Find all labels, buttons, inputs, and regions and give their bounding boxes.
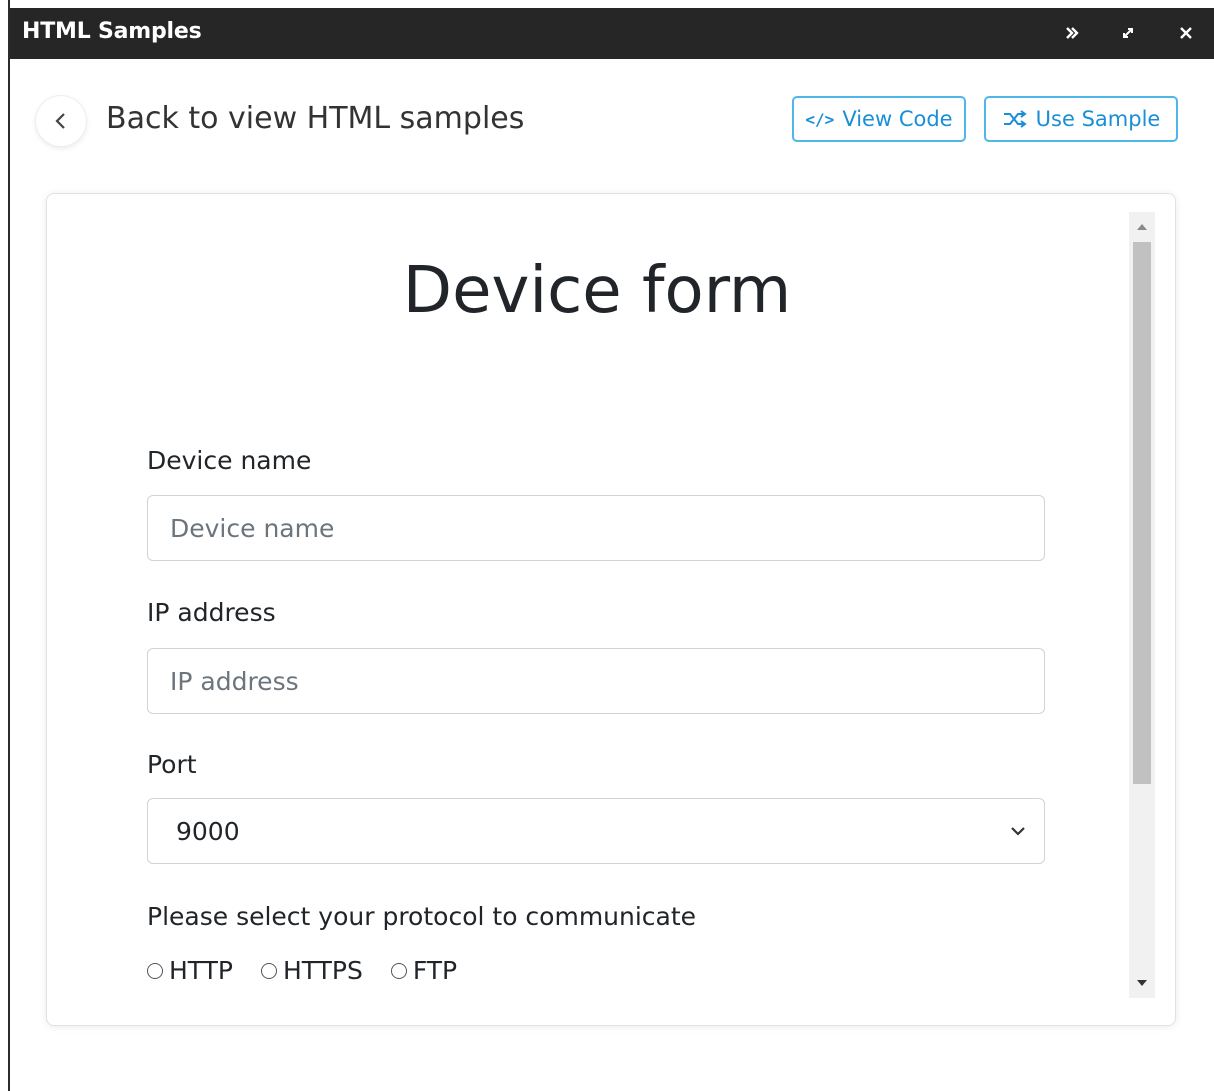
chevron-left-icon [55, 113, 65, 129]
vertical-scrollbar[interactable] [1129, 212, 1155, 998]
use-sample-button[interactable]: Use Sample [984, 96, 1178, 142]
port-label: Port [147, 750, 197, 779]
double-chevron-right-icon[interactable] [1052, 8, 1092, 56]
radio-label: HTTPS [282, 956, 363, 985]
radio-http[interactable]: HTTP [147, 956, 233, 985]
scroll-up-arrow-icon[interactable] [1129, 212, 1155, 242]
view-code-button[interactable]: </> View Code [792, 96, 966, 142]
radio-ftp[interactable]: FTP [390, 956, 458, 985]
port-selected-value: 9000 [176, 816, 240, 846]
radio-https[interactable]: HTTPS [260, 956, 363, 985]
protocol-radio-group: HTTP HTTPS FTP [147, 956, 457, 985]
code-icon: </> [805, 109, 835, 129]
radio-label: FTP [412, 956, 458, 985]
port-select[interactable]: 9000 [147, 798, 1045, 864]
scrollbar-thumb[interactable] [1133, 242, 1151, 784]
title-bar: HTML Samples [10, 8, 1214, 59]
close-icon[interactable] [1166, 8, 1206, 56]
use-sample-label: Use Sample [1035, 107, 1161, 131]
radio-label: HTTP [169, 956, 233, 985]
device-name-label: Device name [147, 446, 312, 475]
form-title: Device form [402, 254, 792, 328]
window-title: HTML Samples [22, 19, 202, 44]
device-name-input[interactable] [147, 495, 1045, 561]
protocol-label: Please select your protocol to communica… [147, 902, 697, 931]
shuffle-icon [1003, 110, 1027, 128]
html-samples-window: HTML Samples Back to view HTML samples <… [8, 0, 1214, 1091]
ip-address-label: IP address [147, 598, 276, 627]
ip-address-input[interactable] [147, 648, 1045, 714]
chevron-down-icon [1011, 827, 1025, 836]
preview-card: Device form Device name IP address Port … [46, 193, 1176, 1026]
back-button[interactable] [36, 96, 86, 146]
scroll-down-arrow-icon[interactable] [1129, 968, 1155, 998]
view-code-label: View Code [842, 107, 953, 131]
radio-circle[interactable] [147, 962, 163, 979]
radio-circle[interactable] [390, 962, 407, 979]
radio-circle[interactable] [260, 962, 277, 979]
expand-icon[interactable] [1108, 8, 1148, 56]
back-label[interactable]: Back to view HTML samples [106, 98, 524, 140]
